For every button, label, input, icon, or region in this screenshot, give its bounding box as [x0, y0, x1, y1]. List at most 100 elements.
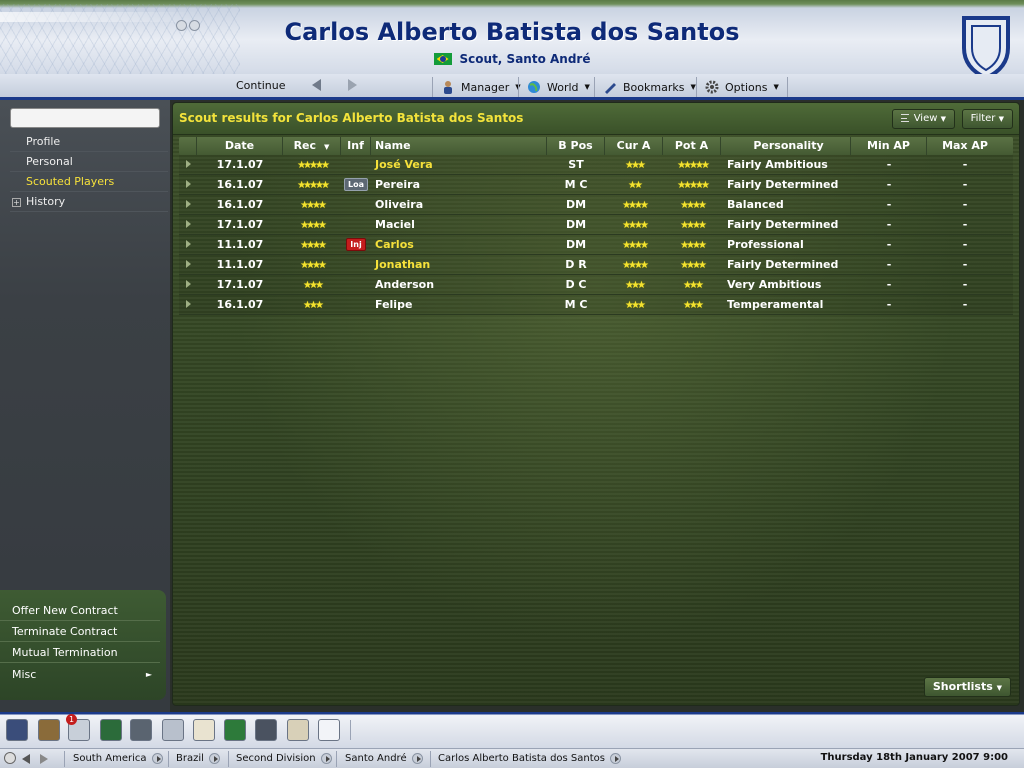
player-name-link[interactable]: Felipe	[371, 295, 547, 314]
expand-icon[interactable]: +	[12, 198, 21, 207]
table-row[interactable]: 16.1.07 ★★★★★ Loa Pereira M C ★★ ★★★★★ Fairly D…	[179, 175, 1013, 195]
go-arrow-icon[interactable]	[411, 753, 423, 764]
gear-icon	[705, 80, 719, 94]
row-expand-arrow-icon[interactable]	[179, 215, 197, 234]
trophy-icon[interactable]	[162, 719, 184, 741]
breadcrumb-item[interactable]: Brazil	[176, 752, 222, 766]
position-cell: M C	[564, 298, 588, 311]
home-icon[interactable]	[6, 719, 28, 741]
forward-arrow-icon[interactable]	[348, 79, 357, 91]
inf-cell	[341, 295, 371, 314]
stars-icon: ★★★★★	[677, 160, 710, 171]
continue-button[interactable]: Continue	[236, 79, 285, 92]
forward-arrow-icon[interactable]	[40, 754, 48, 764]
go-arrow-icon[interactable]	[610, 753, 621, 764]
breadcrumb-separator	[336, 751, 337, 767]
row-expand-arrow-icon[interactable]	[179, 195, 197, 214]
view-button[interactable]: View ▼	[891, 109, 955, 129]
go-arrow-icon[interactable]	[208, 753, 220, 764]
stars-icon: ★★★★	[680, 240, 707, 251]
date-column-header[interactable]: Date	[197, 137, 283, 155]
personality-column-header[interactable]: Personality	[721, 137, 851, 155]
go-arrow-icon[interactable]	[320, 753, 332, 764]
notepad-icon[interactable]	[287, 719, 309, 741]
player-name-link[interactable]: Pereira	[371, 175, 547, 194]
table-row[interactable]: 17.1.07 ★★★★ Maciel DM ★★★★ ★★★★ Fairly Determ…	[179, 215, 1013, 235]
back-arrow-icon[interactable]	[22, 754, 30, 764]
potential-ability-stars: ★★★	[663, 295, 721, 314]
player-name-link[interactable]: Maciel	[371, 215, 547, 234]
misc-menu-button[interactable]: Misc ►	[0, 664, 160, 685]
bpos-column-header[interactable]: B Pos	[547, 137, 605, 155]
table-row[interactable]: 11.1.07 ★★★★ Inj Carlos DM ★★★★ ★★★★ Profession…	[179, 235, 1013, 255]
player-name-link[interactable]: Oliveira	[371, 195, 547, 214]
shortlists-button[interactable]: Shortlists ▼	[923, 677, 1011, 697]
position-cell: ST	[568, 158, 584, 171]
maxap-column-header[interactable]: Max AP	[927, 137, 1003, 155]
sidebar-item-profile[interactable]: Profile	[10, 132, 168, 152]
world-menu[interactable]: World ▼	[518, 77, 598, 97]
row-expand-arrow-icon[interactable]	[179, 275, 197, 294]
table-row[interactable]: 16.1.07 ★★★ Felipe M C ★★★ ★★★ Temperamental - -	[179, 295, 1013, 315]
player-name-link[interactable]: José Vera	[371, 155, 547, 174]
date-cell: 17.1.07	[216, 278, 264, 291]
breadcrumb-separator	[430, 751, 431, 767]
table-row[interactable]: 17.1.07 ★★★ Anderson D C ★★★ ★★★ Very Ambitiou…	[179, 275, 1013, 295]
player-name-link[interactable]: Anderson	[371, 275, 547, 294]
breadcrumb-item[interactable]: Santo André	[345, 752, 425, 766]
terminate-contract-button[interactable]: Terminate Contract	[0, 621, 160, 642]
personality-cell: Fairly Determined	[727, 258, 839, 271]
manager-menu[interactable]: Manager ▼	[432, 77, 529, 97]
pota-column-header[interactable]: Pot A	[663, 137, 721, 155]
offer-new-contract-button[interactable]: Offer New Contract	[0, 600, 160, 621]
bookmarks-menu[interactable]: Bookmarks ▼	[594, 77, 704, 97]
book-icon[interactable]	[38, 719, 60, 741]
breadcrumb-item[interactable]: South America	[73, 752, 165, 766]
minap-column-header[interactable]: Min AP	[851, 137, 927, 155]
mutual-termination-button[interactable]: Mutual Termination	[0, 642, 160, 663]
cura-column-header[interactable]: Cur A	[605, 137, 663, 155]
table-row[interactable]: 16.1.07 ★★★★ Oliveira DM ★★★★ ★★★★ Balanced - -	[179, 195, 1013, 215]
breadcrumb-separator	[64, 751, 65, 767]
inf-cell: Loa	[341, 175, 371, 194]
computer-icon[interactable]	[130, 719, 152, 741]
potential-ability-stars: ★★★★	[663, 255, 721, 274]
inf-column-header[interactable]: Inf	[341, 137, 371, 155]
club-shield-icon[interactable]	[960, 14, 1012, 80]
back-arrow-icon[interactable]	[312, 79, 321, 91]
pitch-board-icon[interactable]	[224, 719, 246, 741]
clipboard-icon[interactable]	[193, 719, 215, 741]
go-arrow-icon[interactable]	[151, 753, 163, 764]
row-expand-arrow-icon[interactable]	[179, 255, 197, 274]
binoculars-icon[interactable]	[255, 719, 277, 741]
breadcrumb-item[interactable]: Carlos Alberto Batista dos Santos	[438, 752, 623, 766]
row-expand-arrow-icon[interactable]	[179, 235, 197, 254]
current-ability-stars: ★★★★	[605, 195, 663, 214]
row-expand-arrow-icon[interactable]	[179, 175, 197, 194]
player-name-link[interactable]: Carlos	[371, 235, 547, 254]
header: Carlos Alberto Batista dos Santos Scout,…	[0, 0, 1024, 100]
breadcrumb-item[interactable]: Second Division	[236, 752, 334, 766]
row-expand-arrow-icon[interactable]	[179, 155, 197, 174]
table-row[interactable]: 17.1.07 ★★★★★ José Vera ST ★★★ ★★★★★ Fairly Am…	[179, 155, 1013, 175]
row-expand-arrow-icon[interactable]	[179, 295, 197, 314]
date-cell: 16.1.07	[216, 198, 264, 211]
player-name-link[interactable]: Jonathan	[371, 255, 547, 274]
sidebar-item-history[interactable]: + History	[10, 192, 168, 212]
sidebar-item-scouted-players[interactable]: Scouted Players	[10, 172, 168, 192]
football-icon[interactable]	[4, 752, 16, 764]
filter-button[interactable]: Filter ▼	[961, 109, 1013, 129]
speech-bubble-icon[interactable]	[318, 719, 340, 741]
search-input[interactable]	[10, 108, 160, 128]
sidebar-item-personal[interactable]: Personal	[10, 152, 168, 172]
table-row[interactable]: 11.1.07 ★★★★ Jonathan D R ★★★★ ★★★★ Fairly Det…	[179, 255, 1013, 275]
chevron-down-icon: ▼	[773, 83, 779, 91]
rec-column-header[interactable]: Rec ▼	[283, 137, 341, 155]
options-menu[interactable]: Options ▼	[696, 77, 788, 97]
min-ap-cell: -	[886, 278, 892, 291]
tactics-icon[interactable]	[100, 719, 122, 741]
name-column-header[interactable]: Name	[371, 137, 547, 155]
globe-icon	[528, 81, 540, 93]
personality-cell: Very Ambitious	[727, 278, 822, 291]
breadcrumb-label: Santo André	[345, 753, 407, 764]
